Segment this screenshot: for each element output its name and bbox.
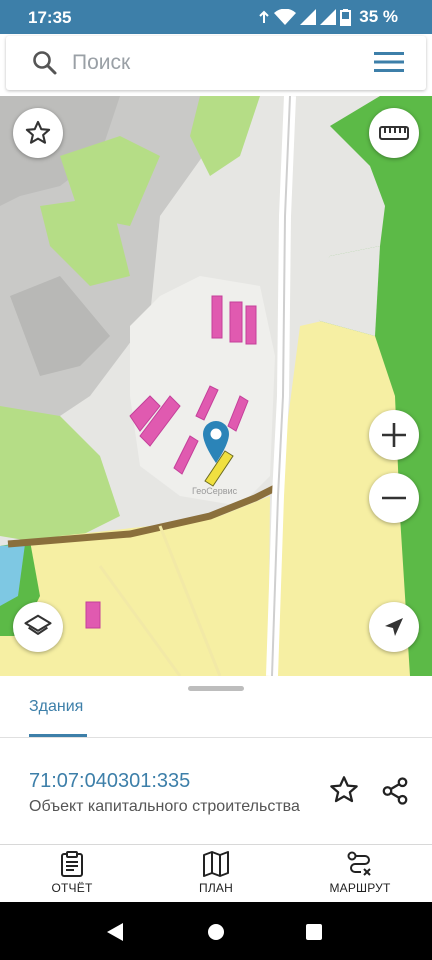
hamburger-menu-icon[interactable] xyxy=(374,50,404,74)
location-pin-icon[interactable] xyxy=(201,419,231,463)
star-outline-icon[interactable] xyxy=(328,774,360,806)
route-icon xyxy=(347,851,371,876)
map-plan-icon xyxy=(203,851,229,877)
info-sheet: Здания 71:07:040301:335 Объект капитальн… xyxy=(0,676,432,844)
layers-button[interactable] xyxy=(13,602,63,652)
star-icon xyxy=(25,120,51,144)
minus-icon xyxy=(382,496,406,500)
tab-buildings[interactable]: Здания xyxy=(29,698,83,716)
signal-icon-2 xyxy=(320,9,337,25)
notification-arrow-icon xyxy=(259,10,269,23)
layers-icon xyxy=(24,614,52,635)
search-input[interactable] xyxy=(72,46,352,80)
map-watermark: ГеоСервис xyxy=(192,486,238,496)
clipboard-report-icon xyxy=(61,851,83,877)
status-time: 17:35 xyxy=(28,8,72,27)
navigation-arrow-icon xyxy=(385,618,403,636)
recents-square-icon[interactable] xyxy=(305,923,323,941)
battery-icon xyxy=(340,8,352,26)
signal-icon xyxy=(300,9,317,25)
nav-report[interactable]: ОТЧЁТ xyxy=(12,851,132,895)
nav-report-label: ОТЧЁТ xyxy=(51,881,93,895)
locate-button[interactable] xyxy=(369,602,419,652)
ruler-icon xyxy=(379,126,409,140)
share-icon[interactable] xyxy=(380,776,410,806)
nav-route-label: МАРШРУТ xyxy=(329,881,391,895)
zoom-in-button[interactable] xyxy=(369,410,419,460)
nav-plan[interactable]: ПЛАН xyxy=(156,851,276,895)
system-navigation-bar xyxy=(0,902,432,960)
plus-icon xyxy=(382,423,406,447)
object-description: Объект капитального строительства xyxy=(29,798,300,815)
map-view[interactable]: ГеоСервис xyxy=(0,96,432,676)
search-icon[interactable] xyxy=(32,50,58,76)
status-icons: 35 % xyxy=(258,7,398,27)
wifi-icon xyxy=(274,9,297,25)
status-bar: 17:35 35 % xyxy=(0,0,432,34)
divider xyxy=(0,737,432,738)
search-bar xyxy=(6,36,426,90)
drag-handle[interactable] xyxy=(188,686,244,691)
home-circle-icon[interactable] xyxy=(207,923,225,941)
nav-plan-label: ПЛАН xyxy=(199,881,233,895)
nav-route[interactable]: МАРШРУТ xyxy=(300,851,420,895)
back-triangle-icon[interactable] xyxy=(106,922,124,942)
zoom-out-button[interactable] xyxy=(369,473,419,523)
cadastral-number[interactable]: 71:07:040301:335 xyxy=(29,770,190,793)
favorite-button[interactable] xyxy=(13,108,63,158)
map-terrain: ГеоСервис xyxy=(0,96,432,676)
battery-level: 35 % xyxy=(359,7,398,26)
bottom-navigation: ОТЧЁТ ПЛАН МАРШРУТ xyxy=(0,844,432,902)
ruler-button[interactable] xyxy=(369,108,419,158)
